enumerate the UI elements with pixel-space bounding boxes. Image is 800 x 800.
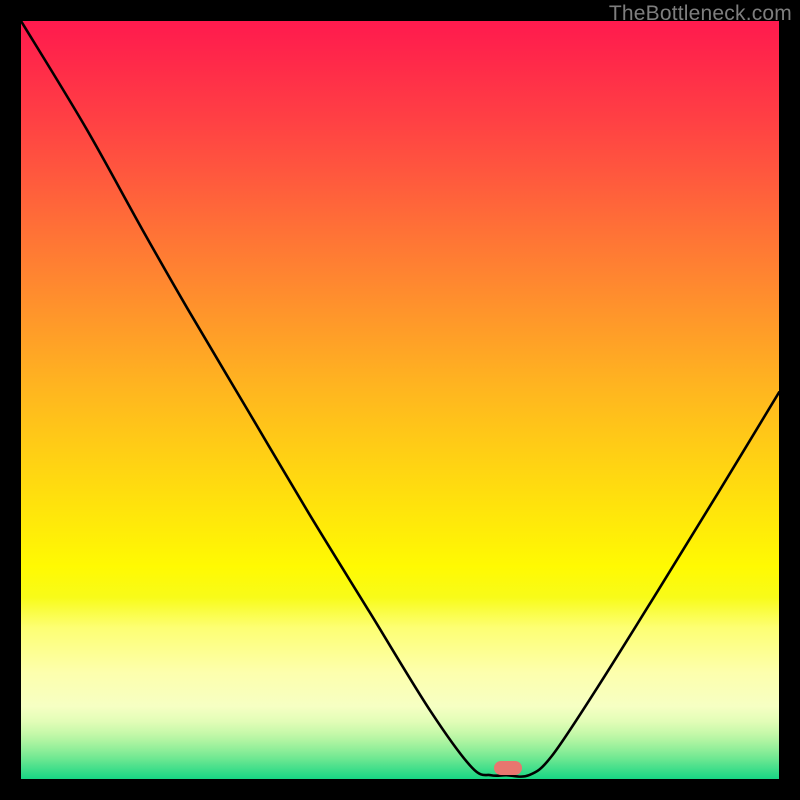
bottleneck-curve <box>21 21 779 779</box>
plot-area <box>21 21 779 779</box>
watermark-text: TheBottleneck.com <box>609 2 792 26</box>
optimum-marker <box>494 761 522 775</box>
chart-container: TheBottleneck.com <box>0 0 800 800</box>
